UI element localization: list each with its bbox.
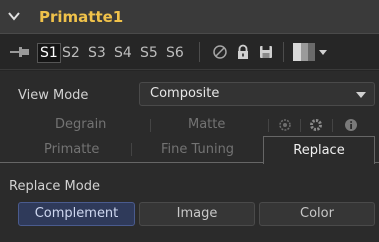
chevron-down-icon [356,92,366,98]
gear-icon[interactable] [309,118,323,132]
tab-divider [332,119,333,132]
tool-name: Primatte1 [39,8,124,26]
tab-row-bottom: Primatte Fine Tuning Replace [0,136,379,164]
chevron-down-icon[interactable] [7,9,21,23]
tab-matte[interactable]: Matte [188,117,225,132]
toolbar-divider [199,42,200,62]
tab-divider [131,143,132,156]
settings-icon[interactable] [278,118,292,132]
toolbar-divider [283,42,284,62]
dropdown-arrow-icon[interactable] [319,50,327,55]
slot-s4[interactable]: S4 [114,43,132,63]
slot-s5[interactable]: S5 [140,43,158,63]
slot-s2[interactable]: S2 [62,43,80,63]
inspector-panel: View Mode Composite Degrain Matte Primat… [0,71,379,242]
tab-divider [268,119,269,132]
disable-icon[interactable] [212,44,228,60]
slot-s3[interactable]: S3 [88,43,106,63]
color-button[interactable]: Color [259,202,375,226]
tab-replace[interactable]: Replace [263,136,375,164]
view-mode-value: Composite [150,86,220,101]
tab-degrain[interactable]: Degrain [55,117,106,132]
color-swatch-icon[interactable] [293,43,315,61]
tool-header: Primatte1 [0,0,379,34]
view-mode-select[interactable]: Composite [139,82,375,106]
save-icon[interactable] [258,44,274,60]
info-icon[interactable] [344,118,358,132]
lock-icon[interactable] [235,44,251,60]
tab-replace-label: Replace [293,143,345,158]
replace-mode-label: Replace Mode [9,179,100,194]
tab-divider [150,119,151,132]
slot-s1[interactable]: S1 [37,43,61,63]
tab-primatte[interactable]: Primatte [44,142,99,157]
pin-icon[interactable] [10,45,30,59]
slot-s6[interactable]: S6 [166,43,184,63]
image-button[interactable]: Image [139,202,255,226]
complement-button[interactable]: Complement [18,202,135,226]
tab-divider [300,119,301,132]
tab-fine-tuning[interactable]: Fine Tuning [161,142,234,157]
toolbar: S1 S2 S3 S4 S5 S6 [0,34,379,70]
view-mode-label: View Mode [18,88,89,103]
tab-row-top: Degrain Matte [0,114,379,136]
